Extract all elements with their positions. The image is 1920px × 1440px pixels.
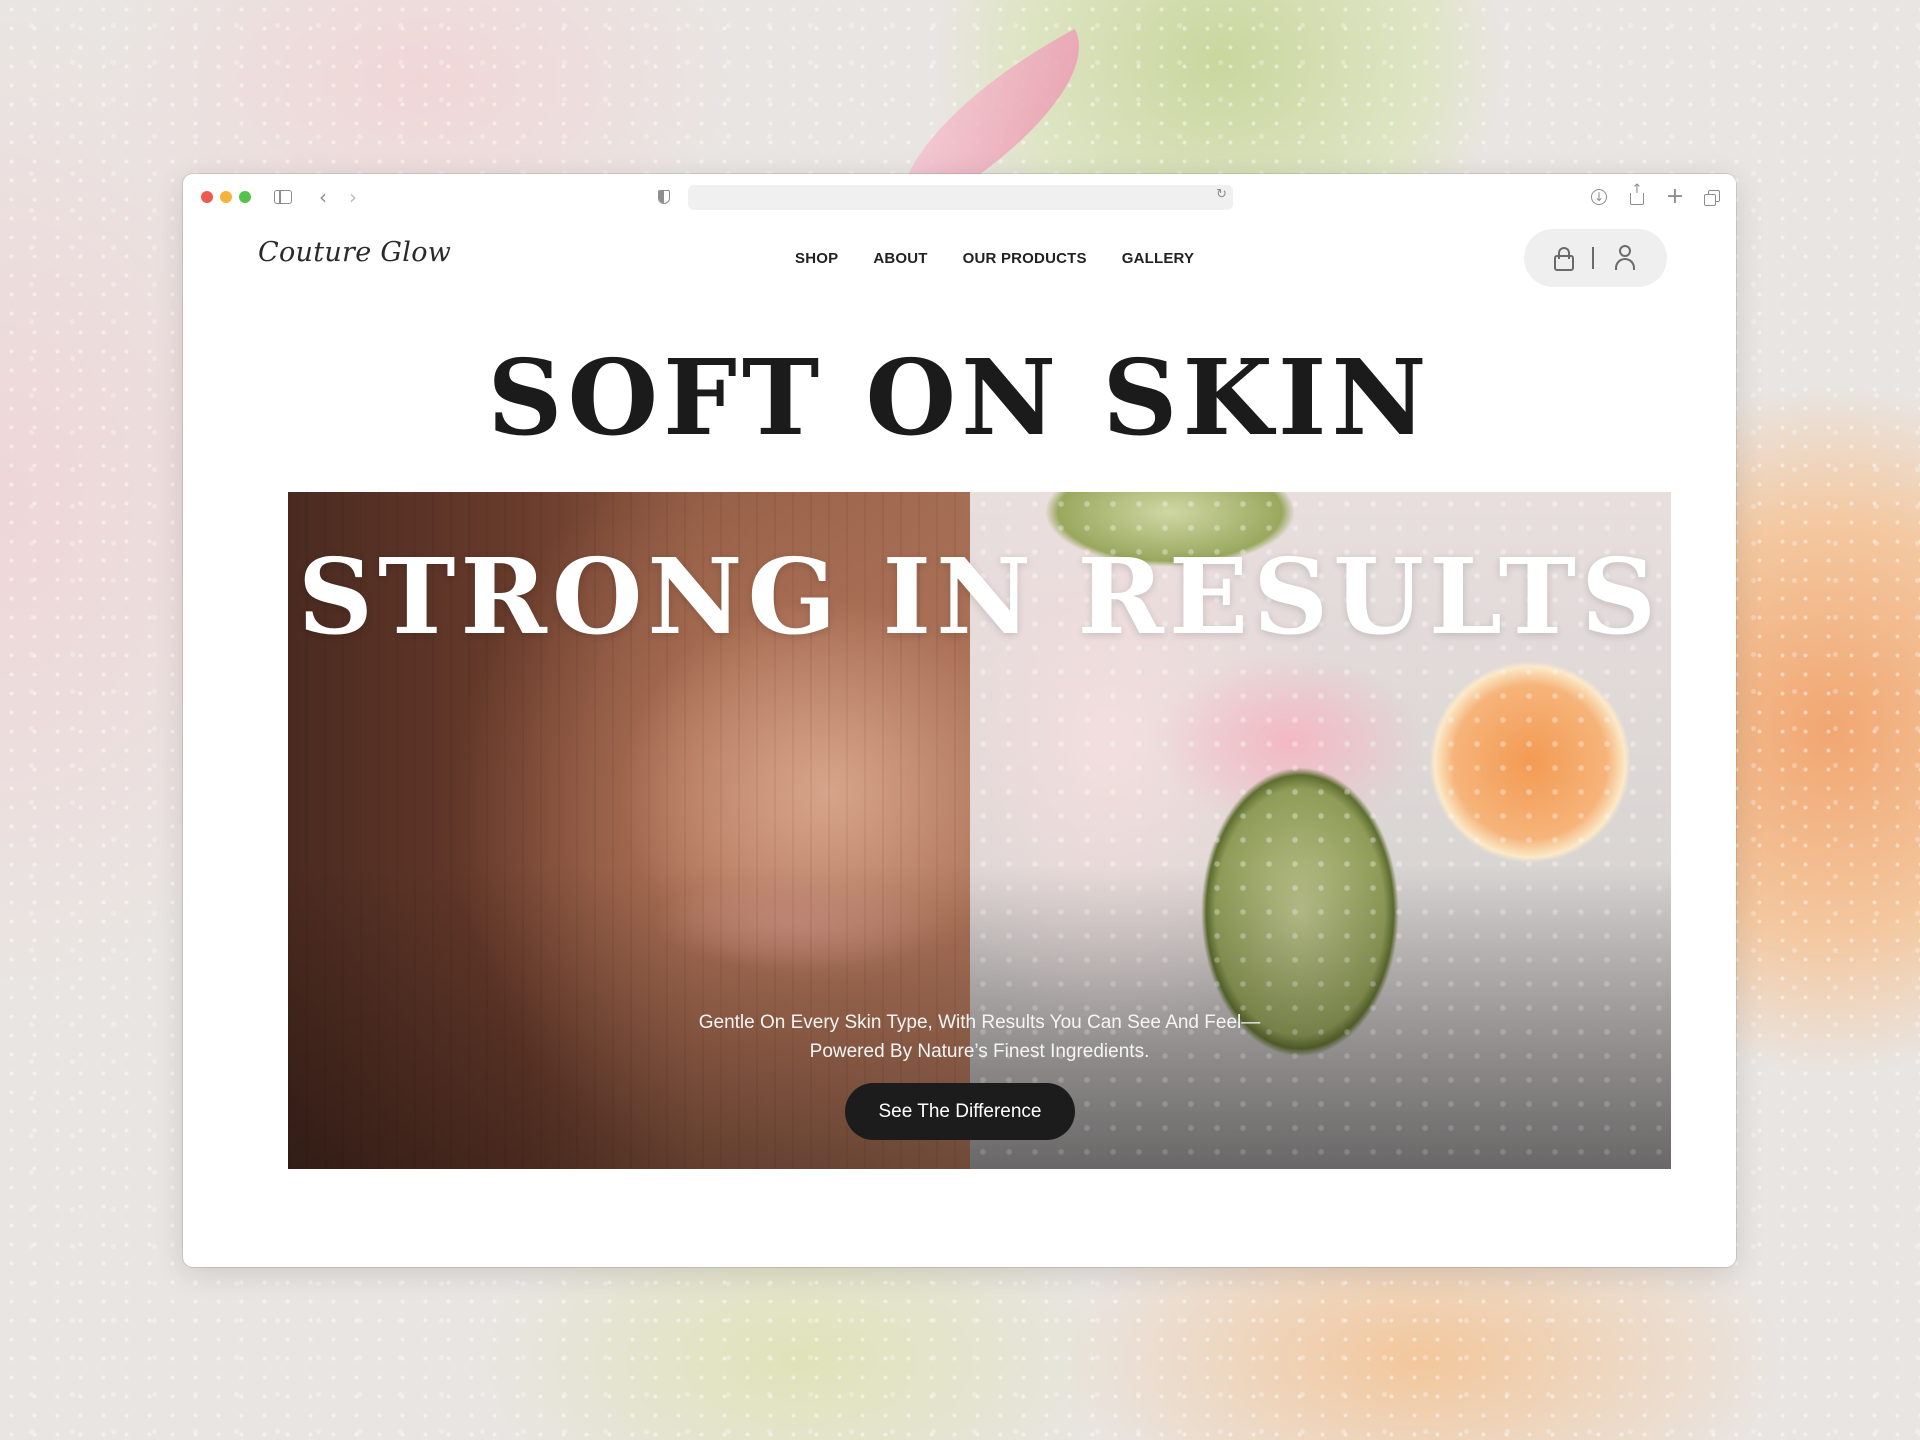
new-tab-icon[interactable]: + [1664, 186, 1686, 208]
nav-shop[interactable]: SHOP [795, 250, 838, 267]
hero-headline-top: SOFT ON SKIN [487, 336, 1432, 459]
download-icon[interactable] [1588, 186, 1610, 208]
close-window-button[interactable] [201, 191, 213, 203]
maximize-window-button[interactable] [239, 191, 251, 203]
nav-our-products[interactable]: OUR PRODUCTS [963, 250, 1087, 267]
shopping-bag-icon[interactable] [1554, 246, 1574, 271]
browser-toolbar: ‹ › ↻ ↑ + [183, 174, 1736, 220]
forward-icon[interactable]: › [343, 186, 363, 208]
nav-about[interactable]: ABOUT [873, 250, 927, 267]
hero-subtext: Gentle On Every Skin Type, With Results … [288, 1008, 1671, 1066]
see-the-difference-button[interactable]: See The Difference [845, 1083, 1075, 1140]
hero-subtext-line-1: Gentle On Every Skin Type, With Results … [698, 1012, 1261, 1033]
sidebar-toggle-icon[interactable] [272, 186, 294, 208]
nav-gallery[interactable]: GALLERY [1122, 250, 1195, 267]
main-nav: SHOP ABOUT OUR PRODUCTS GALLERY [795, 250, 1194, 267]
tabs-overview-icon[interactable] [1701, 186, 1723, 208]
reload-icon[interactable]: ↻ [1216, 187, 1227, 202]
minimize-window-button[interactable] [220, 191, 232, 203]
hero-headline-bottom: STRONG IN RESULTS [297, 535, 1662, 658]
icon-divider [1592, 247, 1594, 269]
address-bar[interactable]: ↻ [688, 185, 1233, 210]
shield-icon[interactable] [654, 186, 674, 208]
hero-image: STRONG IN RESULTS Gentle On Every Skin T… [288, 492, 1671, 1169]
share-icon[interactable]: ↑ [1626, 182, 1648, 208]
header-actions [1524, 229, 1667, 287]
hero-subtext-line-2: Powered By Nature’s Finest Ingredients. [809, 1041, 1150, 1062]
back-icon[interactable]: ‹ [313, 186, 333, 208]
user-icon[interactable] [1614, 245, 1636, 270]
site-logo[interactable]: Couture Glow [258, 237, 451, 268]
browser-window: ‹ › ↻ ↑ + Couture Glow SHOP ABOUT OUR PR… [183, 174, 1736, 1267]
